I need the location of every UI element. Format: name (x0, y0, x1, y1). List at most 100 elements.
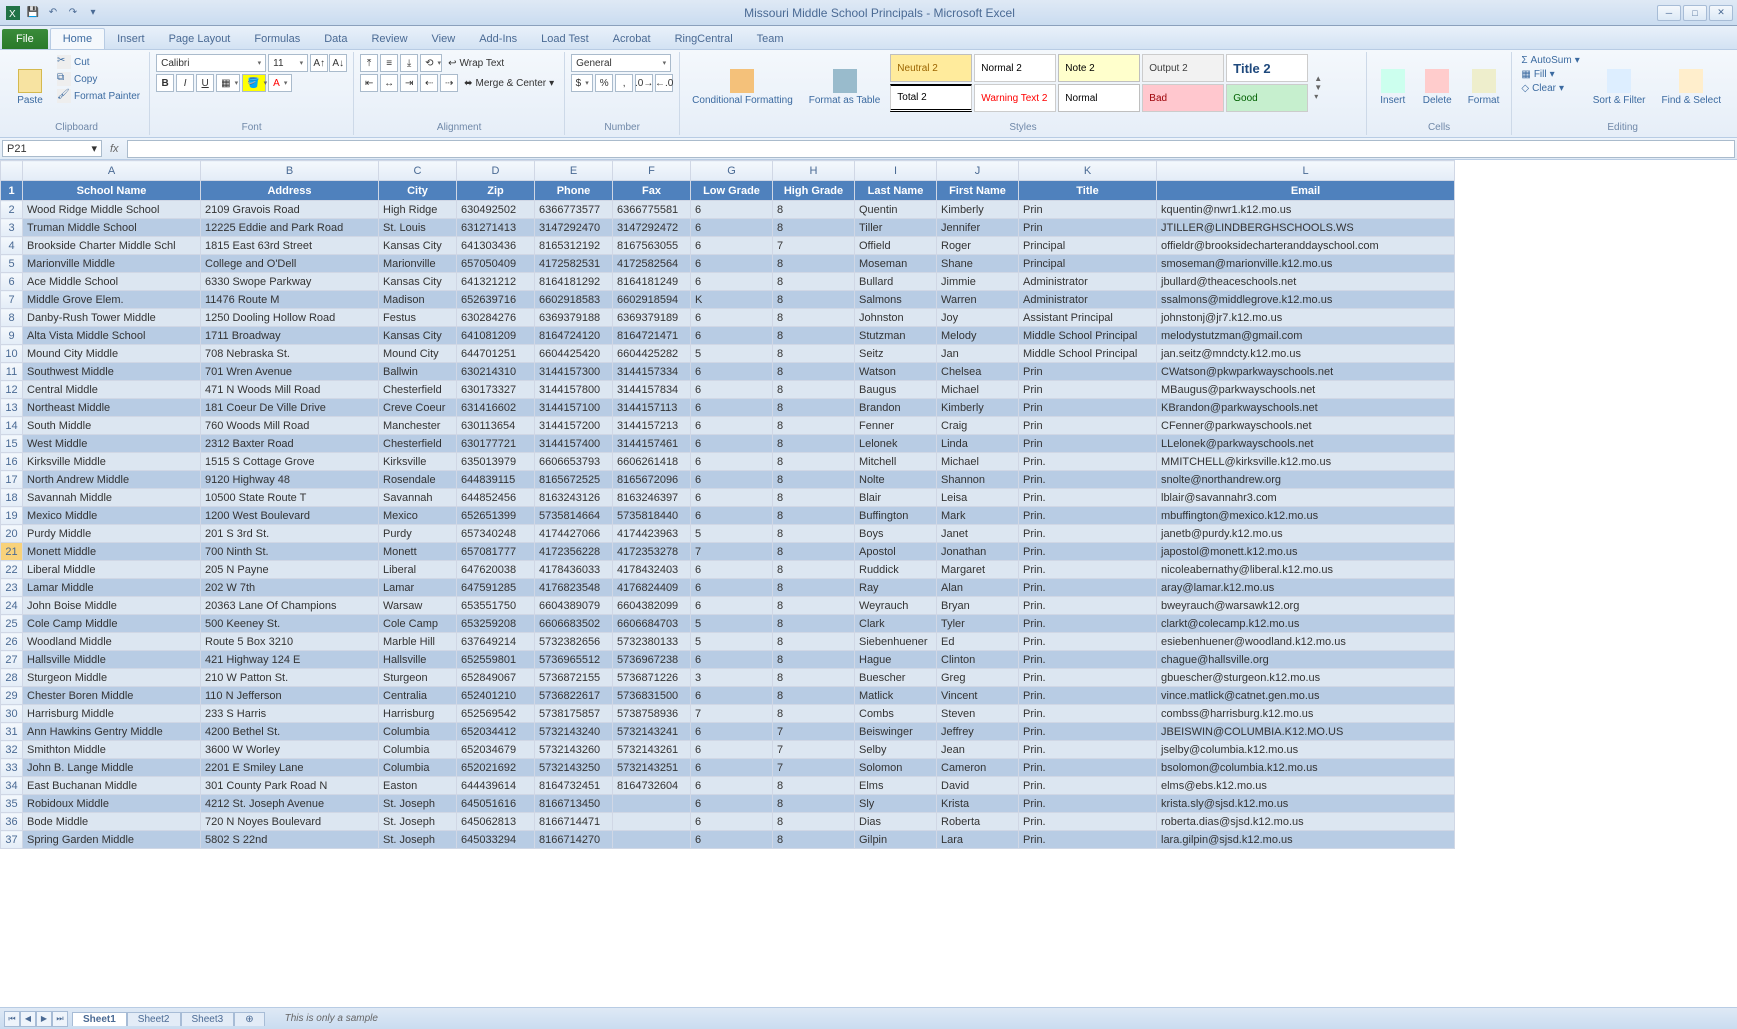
cell[interactable]: Prin (1019, 417, 1157, 435)
decrease-indent-button[interactable]: ⇠ (420, 74, 438, 92)
cell[interactable]: Michael (937, 453, 1019, 471)
row-header[interactable]: 17 (1, 471, 23, 489)
cell[interactable]: Kimberly (937, 201, 1019, 219)
cell[interactable]: High Ridge (379, 201, 457, 219)
row-header[interactable]: 12 (1, 381, 23, 399)
cell[interactable]: elms@ebs.k12.mo.us (1157, 777, 1455, 795)
cell[interactable]: 5732382656 (535, 633, 613, 651)
cell[interactable]: 5 (691, 345, 773, 363)
cell[interactable]: 6606653793 (535, 453, 613, 471)
cell[interactable]: 8 (773, 399, 855, 417)
cell[interactable]: David (937, 777, 1019, 795)
cell[interactable]: Prin. (1019, 687, 1157, 705)
cell[interactable]: 8163243126 (535, 489, 613, 507)
cell[interactable]: KBrandon@parkwayschools.net (1157, 399, 1455, 417)
cell[interactable]: 647591285 (457, 579, 535, 597)
cell[interactable]: 8 (773, 615, 855, 633)
select-all-corner[interactable] (1, 161, 23, 181)
cell[interactable]: Madison (379, 291, 457, 309)
cell[interactable]: 3147292472 (613, 219, 691, 237)
cell[interactable]: 6366773577 (535, 201, 613, 219)
maximize-button[interactable]: □ (1683, 5, 1707, 21)
cell[interactable]: 6 (691, 795, 773, 813)
tab-page-layout[interactable]: Page Layout (157, 29, 243, 49)
cell[interactable]: Lelonek (855, 435, 937, 453)
currency-button[interactable]: $▾ (571, 74, 593, 92)
cell[interactable]: Kansas City (379, 273, 457, 291)
cell[interactable]: lara.gilpin@sjsd.k12.mo.us (1157, 831, 1455, 849)
cell[interactable]: Prin. (1019, 525, 1157, 543)
cell[interactable]: 5736967238 (613, 651, 691, 669)
align-center-button[interactable]: ↔ (380, 74, 398, 92)
cell[interactable]: Ballwin (379, 363, 457, 381)
cell[interactable]: 3144157113 (613, 399, 691, 417)
style-normal-2[interactable]: Normal 2 (974, 54, 1056, 82)
wrap-text-button[interactable]: ↩Wrap Text (444, 54, 508, 72)
number-format-select[interactable]: General▾ (571, 54, 671, 72)
cell[interactable]: 5 (691, 615, 773, 633)
col-header-H[interactable]: H (773, 161, 855, 181)
row-header[interactable]: 5 (1, 255, 23, 273)
cell[interactable]: St. Louis (379, 219, 457, 237)
cell[interactable]: 5732143260 (535, 741, 613, 759)
cell[interactable]: 6366775581 (613, 201, 691, 219)
cell[interactable]: 7 (773, 741, 855, 759)
row-header[interactable]: 3 (1, 219, 23, 237)
cell[interactable]: 8 (773, 453, 855, 471)
minimize-button[interactable]: ─ (1657, 5, 1681, 21)
cell[interactable]: Middle School Principal (1019, 327, 1157, 345)
cell[interactable]: 645033294 (457, 831, 535, 849)
cell[interactable]: K (691, 291, 773, 309)
cell[interactable]: CFenner@parkwayschools.net (1157, 417, 1455, 435)
cell[interactable]: College and O'Dell (201, 255, 379, 273)
cell[interactable]: Jeffrey (937, 723, 1019, 741)
cell[interactable]: Prin (1019, 399, 1157, 417)
cell[interactable]: Brookside Charter Middle Schl (23, 237, 201, 255)
row-header[interactable]: 30 (1, 705, 23, 723)
cell[interactable]: 6606684703 (613, 615, 691, 633)
cell[interactable]: gbuescher@sturgeon.k12.mo.us (1157, 669, 1455, 687)
cell[interactable]: Ann Hawkins Gentry Middle (23, 723, 201, 741)
cell[interactable]: 630284276 (457, 309, 535, 327)
cell[interactable]: japostol@monett.k12.mo.us (1157, 543, 1455, 561)
cell[interactable]: Bode Middle (23, 813, 201, 831)
tab-insert[interactable]: Insert (105, 29, 157, 49)
cell[interactable]: 653551750 (457, 597, 535, 615)
cell[interactable]: 8 (773, 561, 855, 579)
cell[interactable]: 3 (691, 669, 773, 687)
cell[interactable]: Warren (937, 291, 1019, 309)
cell[interactable]: 2201 E Smiley Lane (201, 759, 379, 777)
cell[interactable]: 6604425282 (613, 345, 691, 363)
cell[interactable]: Prin. (1019, 777, 1157, 795)
align-top-button[interactable]: ⤒ (360, 54, 378, 72)
close-button[interactable]: ✕ (1709, 5, 1733, 21)
row-header[interactable]: 21 (1, 543, 23, 561)
cell[interactable]: 6369379188 (535, 309, 613, 327)
cell[interactable]: MMITCHELL@kirksville.k12.mo.us (1157, 453, 1455, 471)
autosum-button[interactable]: ΣAutoSum▾ (1518, 54, 1582, 67)
cell[interactable]: St. Joseph (379, 795, 457, 813)
cell[interactable]: Jan (937, 345, 1019, 363)
cell[interactable]: 8166714270 (535, 831, 613, 849)
cell[interactable]: nicoleabernathy@liberal.k12.mo.us (1157, 561, 1455, 579)
cell[interactable]: 3144157400 (535, 435, 613, 453)
cell[interactable]: Wood Ridge Middle School (23, 201, 201, 219)
cell[interactable]: Central Middle (23, 381, 201, 399)
cell[interactable]: roberta.dias@sjsd.k12.mo.us (1157, 813, 1455, 831)
cell[interactable]: 760 Woods Mill Road (201, 417, 379, 435)
cell[interactable]: Ed (937, 633, 1019, 651)
cell[interactable]: 652401210 (457, 687, 535, 705)
tab-add-ins[interactable]: Add-Ins (467, 29, 529, 49)
cell[interactable]: Robidoux Middle (23, 795, 201, 813)
col-header-D[interactable]: D (457, 161, 535, 181)
cell[interactable]: Boys (855, 525, 937, 543)
cell[interactable]: esiebenhuener@woodland.k12.mo.us (1157, 633, 1455, 651)
cell[interactable]: 7 (691, 543, 773, 561)
increase-indent-button[interactable]: ⇢ (440, 74, 458, 92)
cell[interactable]: Mexico (379, 507, 457, 525)
cell[interactable]: Jennifer (937, 219, 1019, 237)
cell[interactable]: West Middle (23, 435, 201, 453)
cell[interactable]: Prin. (1019, 651, 1157, 669)
cell[interactable]: 6 (691, 507, 773, 525)
delete-cells-button[interactable]: Delete (1417, 54, 1458, 120)
